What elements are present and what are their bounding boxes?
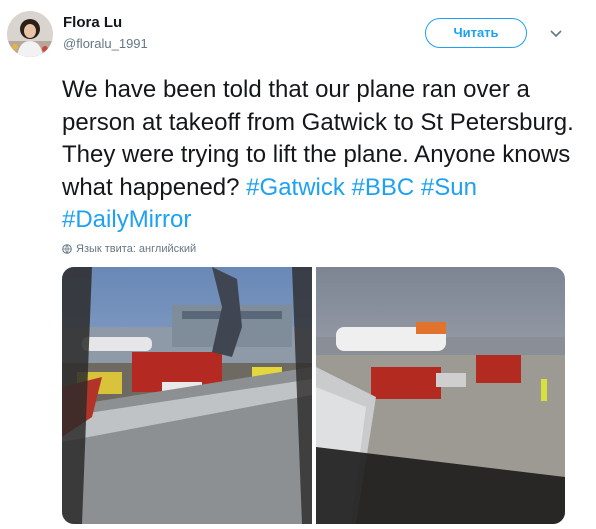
hashtag-link[interactable]: #BBC <box>352 174 415 201</box>
chevron-down-icon[interactable] <box>549 27 563 39</box>
follow-button[interactable]: Читать <box>425 18 527 48</box>
tweet-header: Flora Lu @floralu_1991 Читать <box>0 0 596 64</box>
photo-left[interactable] <box>62 267 312 524</box>
tweet-text: We have been told that our plane ran ove… <box>62 74 582 237</box>
photo-right[interactable] <box>316 267 565 524</box>
hashtag-link[interactable]: #Sun <box>421 174 477 201</box>
language-label[interactable]: Язык твита: английский <box>76 243 196 255</box>
hashtag-link[interactable]: #DailyMirror <box>62 206 191 233</box>
tweet-language: Язык твита: английский <box>62 243 196 255</box>
globe-icon <box>62 244 72 254</box>
media-grid <box>62 267 565 524</box>
hashtag-link[interactable]: #Gatwick <box>246 174 345 201</box>
display-name[interactable]: Flora Lu <box>63 14 122 31</box>
avatar[interactable] <box>7 11 53 57</box>
user-handle[interactable]: @floralu_1991 <box>63 36 148 51</box>
